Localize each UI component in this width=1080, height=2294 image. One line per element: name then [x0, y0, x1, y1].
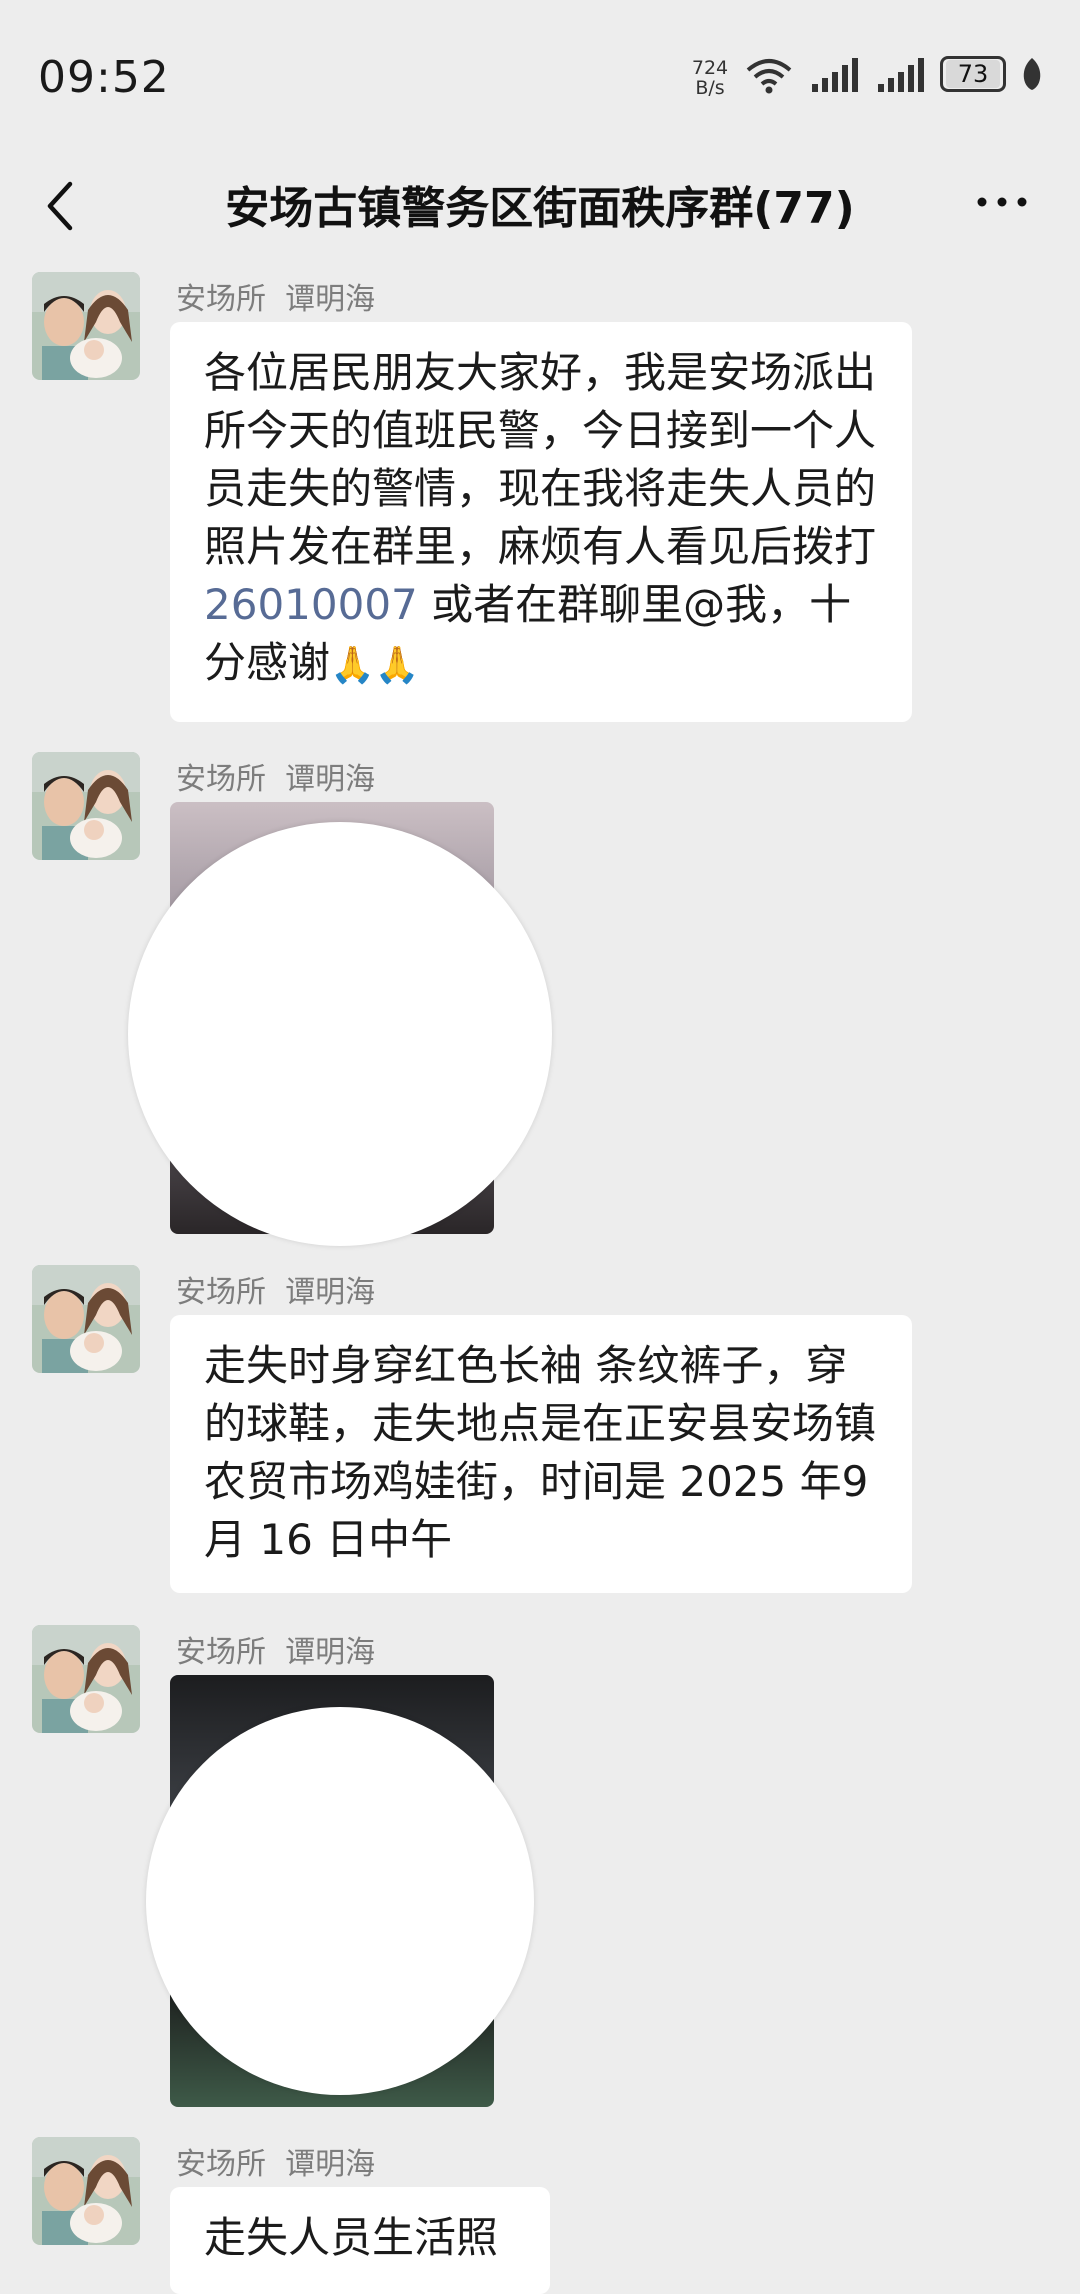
cellular-signal-icon-1	[812, 58, 858, 92]
sender-name: 谭明海	[285, 282, 376, 317]
sender-org: 安场所	[176, 2147, 266, 2182]
sender-name: 谭明海	[285, 1635, 376, 1670]
avatar-image	[32, 2137, 140, 2245]
more-options-icon[interactable]	[972, 182, 1032, 222]
phone-number-link[interactable]: 26010007	[204, 580, 418, 629]
battery-level: 73	[946, 60, 1000, 88]
chat-title: 安场古镇警务区街面秩序群(77)	[225, 183, 855, 234]
sender-org: 安场所	[176, 282, 266, 317]
message-text: 走失人员生活照	[204, 2213, 499, 2262]
pray-emoji: 🙏🙏	[330, 645, 420, 686]
message-text: 走失时身穿红色长袖 条纹裤子，穿的球鞋，走失地点是在正安县安场镇农贸市场鸡娃街，…	[204, 1341, 877, 1564]
sender-avatar[interactable]	[32, 2137, 140, 2245]
sender-org: 安场所	[176, 1635, 266, 1670]
battery-icon: 73	[940, 56, 1006, 92]
sender-label: 安场所 谭明海	[176, 1627, 375, 1671]
sender-name: 谭明海	[285, 762, 376, 797]
text-message-bubble[interactable]: 各位居民朋友大家好，我是安场派出所今天的值班民警，今日接到一个人员走失的警情，现…	[170, 322, 912, 722]
sender-name: 谭明海	[285, 2147, 376, 2182]
network-speed-value: 724	[691, 57, 729, 79]
sender-avatar[interactable]	[32, 1265, 140, 1373]
wifi-icon	[746, 59, 792, 94]
chat-screen: 09:52 724 B/s 73 安场古镇警务区街面秩序群(77) 安场所 谭明…	[0, 0, 1080, 2294]
text-message-bubble[interactable]: 走失时身穿红色长袖 条纹裤子，穿的球鞋，走失地点是在正安县安场镇农贸市场鸡娃街，…	[170, 1315, 912, 1593]
sender-label: 安场所 谭明海	[176, 754, 375, 798]
sender-org: 安场所	[176, 1275, 266, 1310]
status-bar: 09:52 724 B/s 73	[0, 0, 1080, 150]
sender-label: 安场所 谭明海	[176, 1267, 375, 1311]
sender-name: 谭明海	[285, 1275, 376, 1310]
sender-avatar[interactable]	[32, 1625, 140, 1733]
network-speed-unit: B/s	[695, 77, 725, 99]
avatar-image	[32, 1625, 140, 1733]
redaction-circle	[128, 822, 552, 1246]
back-arrow-icon[interactable]	[40, 174, 80, 238]
redaction-circle	[146, 1707, 534, 2095]
sender-label: 安场所 谭明海	[176, 2139, 375, 2183]
cellular-signal-icon-2	[878, 58, 924, 92]
network-speed: 724 B/s	[690, 58, 730, 98]
status-time: 09:52	[38, 52, 170, 103]
avatar-image	[32, 1265, 140, 1373]
message-text: 各位居民朋友大家好，我是安场派出所今天的值班民警，今日接到一个人员走失的警情，现…	[204, 348, 877, 571]
sender-org: 安场所	[176, 762, 266, 797]
text-message-bubble[interactable]: 走失人员生活照	[170, 2187, 550, 2294]
sender-avatar[interactable]	[32, 752, 140, 860]
avatar-image	[32, 272, 140, 380]
power-saving-leaf-icon	[1023, 58, 1041, 90]
avatar-image	[32, 752, 140, 860]
sender-label: 安场所 谭明海	[176, 274, 375, 318]
sender-avatar[interactable]	[32, 272, 140, 380]
chat-header: 安场古镇警务区街面秩序群(77)	[0, 150, 1080, 260]
